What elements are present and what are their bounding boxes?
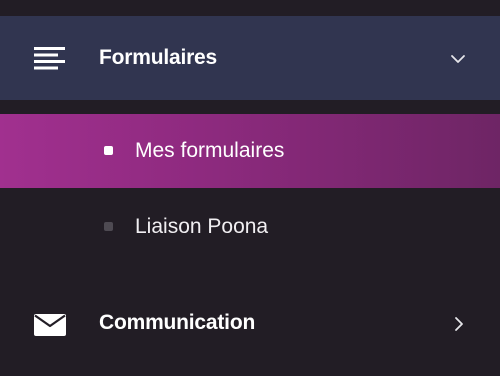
menu-lines-icon (34, 46, 66, 70)
sidebar-top-edge (0, 0, 500, 16)
submenu-item-label: Liaison Poona (135, 215, 269, 238)
submenu-item-liaison-poona[interactable]: Liaison Poona (0, 190, 500, 264)
bullet-icon (104, 222, 113, 231)
bullet-icon (104, 146, 113, 155)
submenu-item-label: Mes formulaires (135, 139, 285, 162)
sidebar-menu: Formulaires Mes formulaires Liaison Poon… (0, 0, 500, 376)
submenu-item-mes-formulaires[interactable]: Mes formulaires (0, 114, 500, 188)
chevron-down-icon[interactable] (450, 52, 466, 64)
menu-item-label: Communication (99, 311, 256, 334)
menu-group-label: Formulaires (99, 46, 218, 69)
menu-group-formulaires[interactable]: Formulaires (0, 16, 500, 100)
envelope-icon (34, 314, 66, 336)
chevron-right-icon[interactable] (453, 316, 465, 332)
menu-item-communication[interactable]: Communication (0, 284, 500, 364)
